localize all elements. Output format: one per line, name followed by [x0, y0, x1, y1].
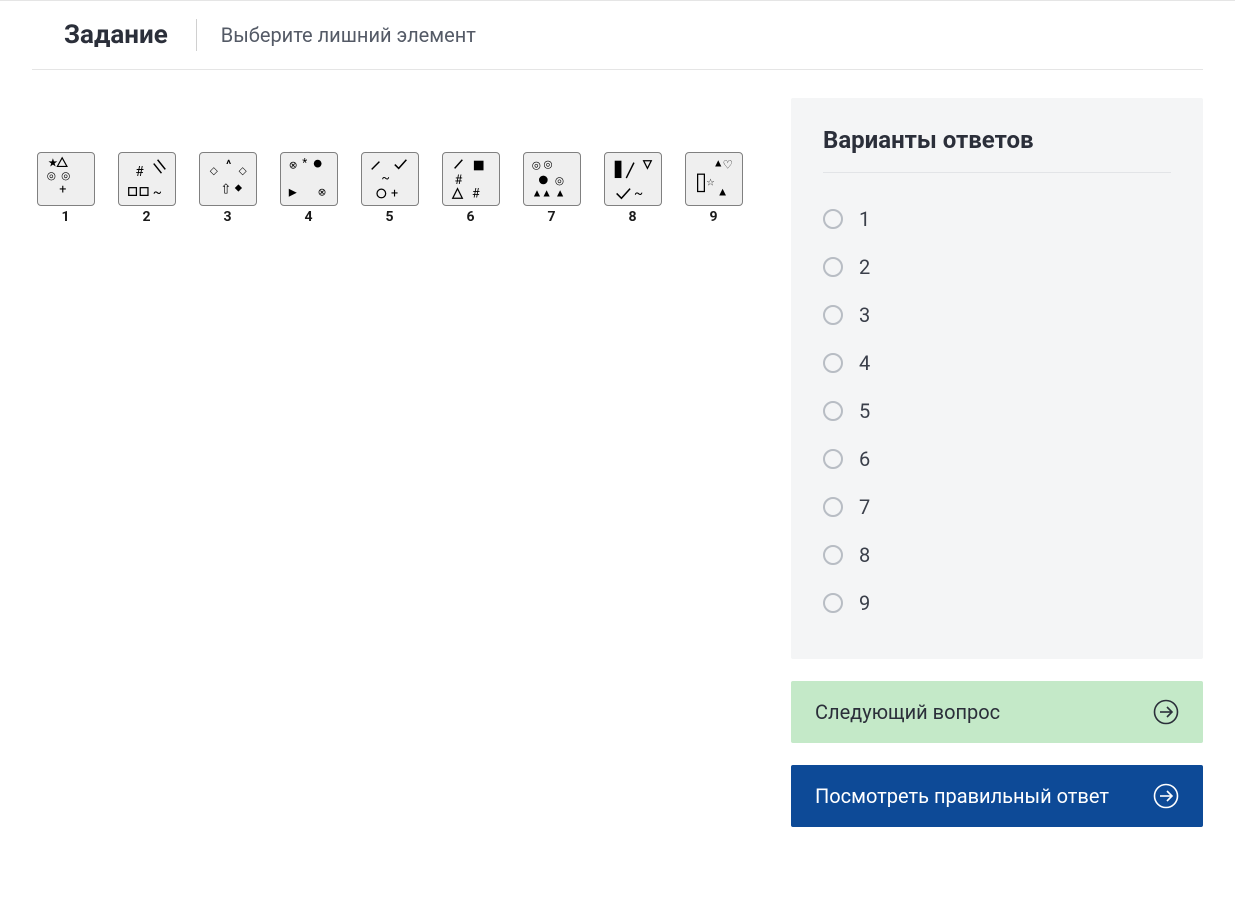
arrow-right-circle-icon [1153, 699, 1179, 725]
question-panel: ★ ◎ ◎ + 1 # [32, 98, 759, 827]
answer-option-1[interactable]: 1 [823, 195, 1171, 243]
header-divider [196, 19, 197, 51]
next-question-button[interactable]: Следующий вопрос [791, 681, 1203, 743]
radio-icon [823, 353, 843, 373]
option-label: 6 [859, 447, 870, 471]
next-button-label: Следующий вопрос [815, 700, 1000, 724]
svg-text:⊗: ⊗ [317, 185, 326, 198]
svg-text:+: + [390, 186, 397, 201]
radio-icon [823, 449, 843, 469]
reveal-answer-button[interactable]: Посмотреть правильный ответ [791, 765, 1203, 827]
svg-text:⇧: ⇧ [220, 181, 231, 197]
svg-text:^: ^ [226, 157, 231, 171]
svg-text:▲: ▲ [554, 186, 564, 199]
tile-label: 5 [385, 210, 393, 224]
answer-option-5[interactable]: 5 [823, 387, 1171, 435]
svg-text:⊗: ⊗ [288, 158, 297, 171]
radio-icon [823, 209, 843, 229]
radio-icon [823, 593, 843, 613]
option-label: 7 [859, 495, 870, 519]
tile-5: ~ + [361, 152, 419, 206]
tile-label: 8 [628, 210, 636, 224]
option-label: 3 [859, 303, 870, 327]
svg-text:~: ~ [152, 184, 161, 200]
radio-icon [823, 545, 843, 565]
answers-title: Варианты ответов [823, 126, 1171, 154]
tile-wrap-2: # ~ 2 [113, 152, 180, 224]
radio-icon [823, 401, 843, 421]
svg-text:☆: ☆ [706, 178, 715, 189]
svg-text:#: # [454, 173, 462, 188]
tile-label: 6 [466, 210, 474, 224]
tile-label: 2 [142, 210, 150, 224]
answer-option-7[interactable]: 7 [823, 483, 1171, 531]
tile-label: 1 [61, 210, 69, 224]
svg-text:*: * [302, 155, 307, 169]
svg-text:▲: ▲ [541, 186, 551, 199]
svg-text:+: + [59, 182, 66, 197]
radio-icon [823, 497, 843, 517]
arrow-right-circle-icon [1153, 783, 1179, 809]
tile-7: ◎ ◎ ◎ ▲ ▲ ▲ [523, 152, 581, 206]
tile-9: ▲ ♡ ☆ ▲ [685, 152, 743, 206]
svg-text:◇: ◇ [209, 164, 218, 177]
tile-wrap-4: ⊗ * ▶ ⊗ 4 [275, 152, 342, 224]
tile-label: 9 [709, 210, 717, 224]
svg-text:★: ★ [47, 157, 57, 169]
task-subtitle: Выберите лишний элемент [221, 23, 476, 47]
task-header: Задание Выберите лишний элемент [32, 1, 1203, 70]
option-label: 5 [859, 399, 870, 423]
answers-divider [823, 172, 1171, 173]
task-title: Задание [64, 20, 168, 50]
tile-label: 7 [547, 210, 555, 224]
answer-option-2[interactable]: 2 [823, 243, 1171, 291]
svg-text:▲: ▲ [716, 184, 727, 198]
tile-label: 3 [223, 210, 231, 224]
answer-option-6[interactable]: 6 [823, 435, 1171, 483]
svg-text:◎: ◎ [61, 169, 70, 182]
tile-wrap-9: ▲ ♡ ☆ ▲ 9 [680, 152, 747, 224]
tile-6: # # [442, 152, 500, 206]
answer-option-9[interactable]: 9 [823, 579, 1171, 627]
option-label: 2 [859, 255, 870, 279]
tile-8: ~ [604, 152, 662, 206]
reveal-button-label: Посмотреть правильный ответ [815, 784, 1109, 808]
tile-wrap-6: # # 6 [437, 152, 504, 224]
answer-option-8[interactable]: 8 [823, 531, 1171, 579]
tile-1: ★ ◎ ◎ + [37, 152, 95, 206]
svg-text:◇: ◇ [238, 164, 247, 177]
answers-card: Варианты ответов 1 2 3 4 5 [791, 98, 1203, 659]
svg-text:#: # [135, 164, 144, 180]
answers-panel: Варианты ответов 1 2 3 4 5 [791, 98, 1203, 827]
svg-text:♡: ♡ [722, 157, 732, 171]
radio-icon [823, 305, 843, 325]
content-area: ★ ◎ ◎ + 1 # [0, 70, 1235, 827]
option-label: 9 [859, 591, 870, 615]
tile-wrap-3: ◇ ^ ◇ ⇧ ◆ 3 [194, 152, 261, 224]
svg-text:#: # [471, 186, 479, 201]
radio-icon [823, 257, 843, 277]
svg-text:◆: ◆ [234, 183, 242, 194]
option-label: 1 [859, 207, 870, 231]
svg-text:◎: ◎ [531, 158, 540, 171]
svg-text:▶: ▶ [288, 185, 297, 198]
option-label: 4 [859, 351, 870, 375]
svg-text:~: ~ [381, 171, 390, 186]
svg-text:◎: ◎ [554, 174, 563, 187]
tile-3: ◇ ^ ◇ ⇧ ◆ [199, 152, 257, 206]
svg-text:~: ~ [633, 185, 642, 201]
answer-option-3[interactable]: 3 [823, 291, 1171, 339]
svg-text:◎: ◎ [543, 157, 552, 170]
tiles-row: ★ ◎ ◎ + 1 # [32, 152, 759, 226]
tile-wrap-5: ~ + 5 [356, 152, 423, 224]
tile-label: 4 [304, 210, 312, 224]
tile-wrap-7: ◎ ◎ ◎ ▲ ▲ ▲ 7 [518, 152, 585, 224]
answer-option-4[interactable]: 4 [823, 339, 1171, 387]
tile-4: ⊗ * ▶ ⊗ [280, 152, 338, 206]
svg-text:◎: ◎ [46, 169, 55, 182]
option-label: 8 [859, 543, 870, 567]
tile-2: # ~ [118, 152, 176, 206]
tile-wrap-1: ★ ◎ ◎ + 1 [32, 152, 99, 224]
tile-wrap-8: ~ 8 [599, 152, 666, 224]
